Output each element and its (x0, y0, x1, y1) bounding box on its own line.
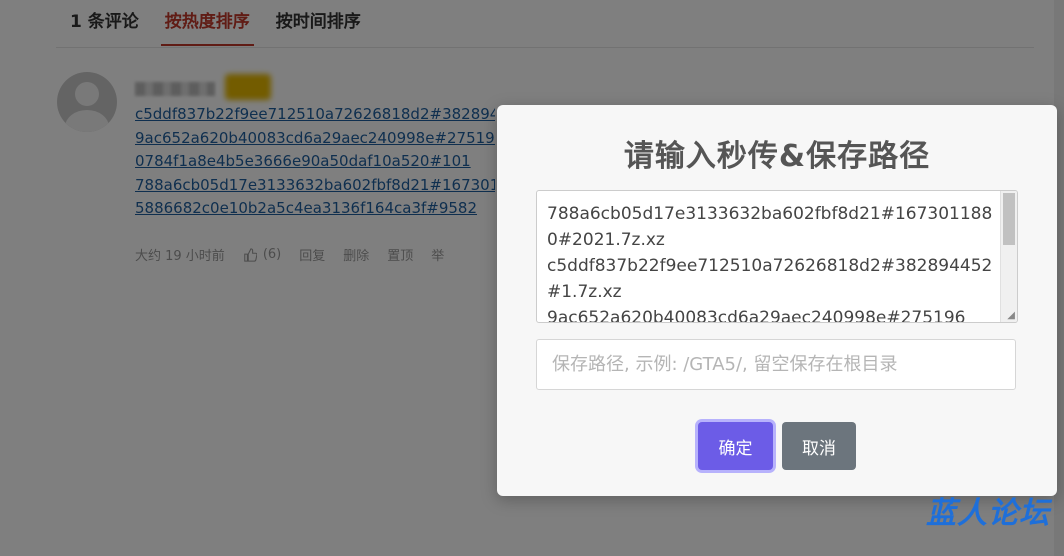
hash-textarea[interactable]: 788a6cb05d17e3133632ba602fbf8d21#1673011… (536, 190, 1018, 323)
textarea-line: 9ac652a620b40083cd6a29aec240998e#275196 (547, 308, 966, 323)
dialog-title: 请输入秒传&保存路径 (623, 139, 931, 174)
save-path-input[interactable] (536, 339, 1016, 390)
scrollbar-thumb[interactable] (1003, 193, 1015, 245)
forum-watermark-logo: 蓝人论坛 (926, 496, 1050, 531)
textarea-line: 788a6cb05d17e3133632ba602fbf8d21#1673011… (547, 204, 993, 250)
cancel-button[interactable]: 取消 (782, 422, 856, 470)
textarea-scrollbar[interactable] (1000, 191, 1017, 322)
textarea-line: c5ddf837b22f9ee712510a72626818d2#3828944… (547, 256, 993, 302)
save-dialog: 请输入秒传&保存路径 788a6cb05d17e3133632ba602fbf8… (497, 105, 1057, 496)
confirm-button[interactable]: 确定 (698, 422, 773, 470)
resize-handle-icon[interactable]: ◢ (1007, 311, 1015, 321)
textarea-content[interactable]: 788a6cb05d17e3133632ba602fbf8d21#1673011… (547, 201, 993, 323)
